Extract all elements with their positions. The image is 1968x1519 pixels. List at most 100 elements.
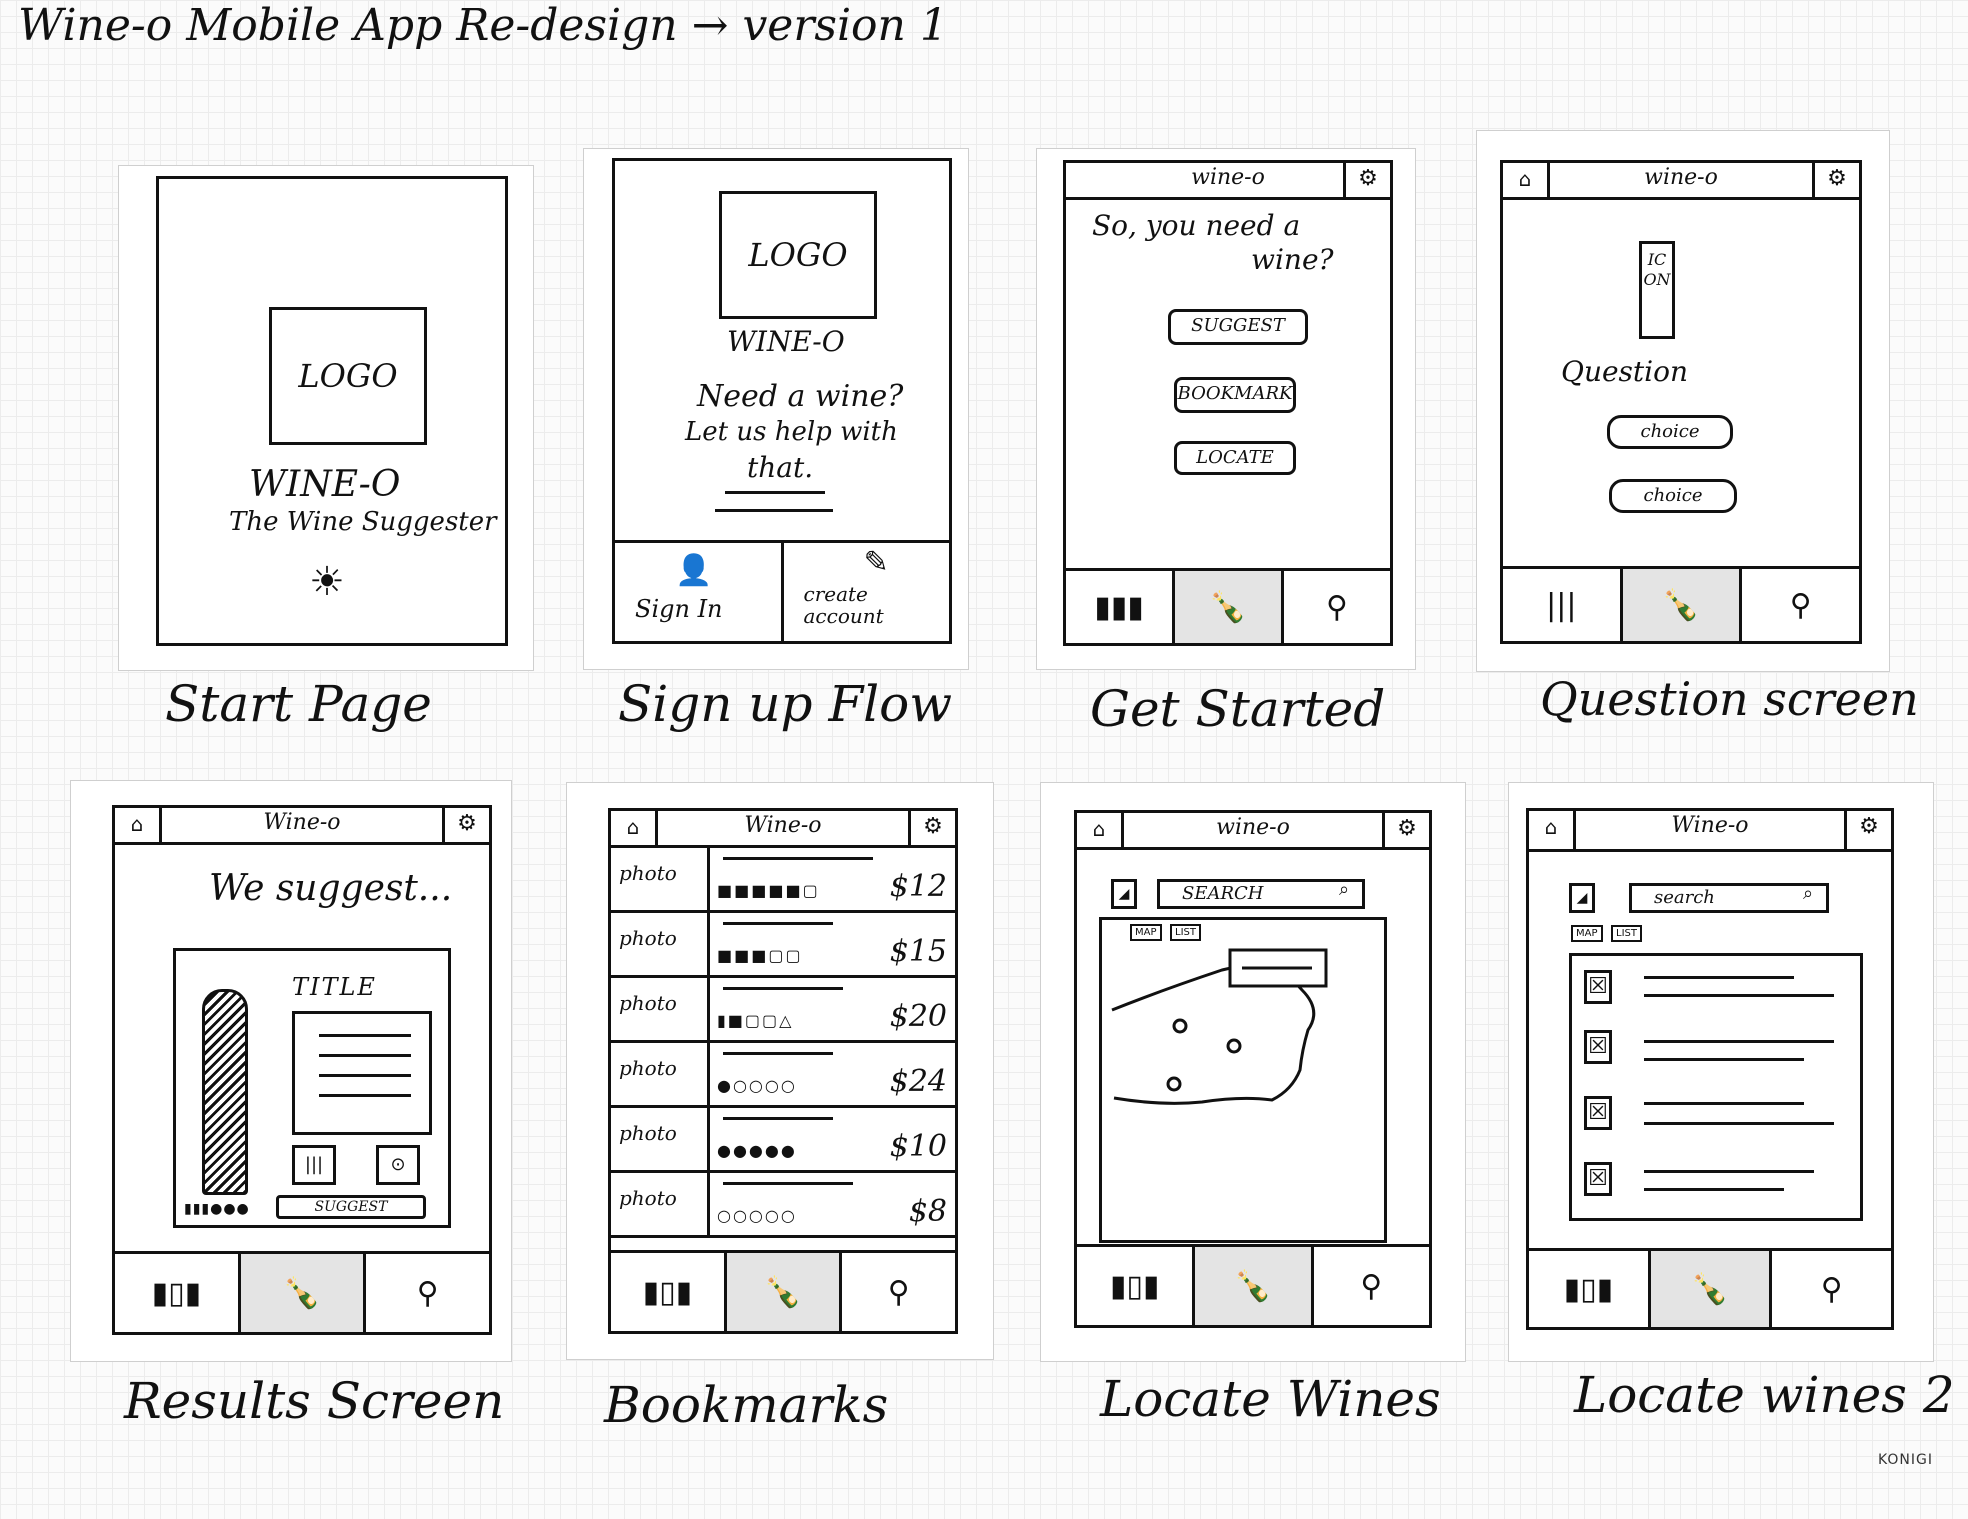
create-account-label: create account <box>803 582 884 628</box>
label-question-screen: Question screen <box>1540 672 1919 726</box>
gear-icon[interactable]: ⚙ <box>1382 813 1429 847</box>
tab-suggest-bottle-icon[interactable]: 🍾 <box>1619 569 1743 641</box>
tab-suggest-bottle-icon[interactable]: 🍾 <box>1192 1247 1314 1325</box>
tab-locate-pin-icon[interactable]: ⚲ <box>1742 569 1859 641</box>
bookmark-row[interactable]: photo ■■■▢▢ $15 <box>611 910 955 978</box>
tab-suggest-bottle-icon[interactable]: 🍾 <box>723 1253 843 1331</box>
app-title: wine-o <box>1191 165 1265 190</box>
tab-locate-pin-icon[interactable]: ⚲ <box>1772 1251 1891 1327</box>
label-locate-wines-2: Locate wines 2 <box>1574 1366 1955 1424</box>
wine-photo: photo <box>619 1121 677 1145</box>
question-screen: ⌂ wine-o ⚙ ICON Question choice choice |… <box>1500 160 1862 644</box>
rating-dots: ▮▮▮●●● <box>184 1201 250 1217</box>
tab-bookmarks-icon[interactable]: ▮▯▮ <box>1529 1251 1648 1327</box>
wine-price: $20 <box>889 999 947 1034</box>
bookmark-icon[interactable]: ||| <box>292 1145 336 1185</box>
gear-icon[interactable]: ⚙ <box>1844 811 1891 849</box>
tab-locate-pin-icon[interactable]: ⚲ <box>366 1254 489 1332</box>
tab-bookmarks-icon[interactable]: ▮▮▮ <box>1066 571 1172 643</box>
filter-icon[interactable]: ◢ <box>1569 883 1595 913</box>
wine-price: $12 <box>889 869 947 904</box>
rating-stars: ●○○○○ <box>717 1076 797 1095</box>
text-line <box>715 509 833 512</box>
locate-wines-list-screen: ⌂ Wine-o ⚙ ◢ search ⌕ MAP LIST ☒ ☒ ☒ ☒ ▮… <box>1526 808 1894 1330</box>
tab-suggest-bottle-icon[interactable]: 🍾 <box>237 1254 367 1332</box>
filter-icon[interactable]: ◢ <box>1111 879 1137 909</box>
list-item[interactable]: ☒ <box>1584 970 1854 1020</box>
tab-suggest-bottle-icon[interactable]: 🍾 <box>1172 571 1284 643</box>
sign-in-button[interactable]: 👤 Sign In <box>615 543 784 641</box>
wine-photo: photo <box>619 861 677 885</box>
wine-photo: photo <box>619 1186 677 1210</box>
bookmark-row[interactable]: photo ●●●●● $10 <box>611 1105 955 1173</box>
credit-text: KONIGI <box>1878 1452 1934 1468</box>
tab-locate-pin-icon[interactable]: ⚲ <box>842 1253 955 1331</box>
tab-bookmarks-icon[interactable]: ▮▯▮ <box>611 1253 724 1331</box>
wine-price: $15 <box>889 934 947 969</box>
label-bookmarks: Bookmarks <box>604 1376 889 1434</box>
bookmark-button[interactable]: BOOKMARK <box>1174 377 1296 413</box>
rating-stars: ▮■▢▢△ <box>717 1011 794 1030</box>
app-title: Wine-o <box>1671 813 1749 838</box>
app-title: wine-o <box>1644 165 1718 190</box>
choice-button-1[interactable]: choice <box>1607 415 1733 449</box>
search-input[interactable]: search <box>1629 883 1829 913</box>
tab-locate-pin-icon[interactable]: ⚲ <box>1314 1247 1429 1325</box>
bookmark-row[interactable]: photo ▮■▢▢△ $20 <box>611 975 955 1043</box>
prompt-line-2: wine? <box>1251 243 1334 276</box>
person-icon: 👤 <box>675 553 713 588</box>
list-item[interactable]: ☒ <box>1584 1162 1854 1212</box>
checkbox-icon[interactable]: ☒ <box>1584 1096 1612 1130</box>
card-title: TITLE <box>292 973 377 1001</box>
tab-bookmarks-icon[interactable]: ||| <box>1503 569 1620 641</box>
app-title: Wine-o <box>744 813 822 838</box>
suggest-again-button[interactable]: SUGGEST <box>276 1195 426 1219</box>
list-item[interactable]: ☒ <box>1584 1096 1854 1146</box>
create-account-button[interactable]: ✎ create account <box>784 543 950 641</box>
rating-stars: ○○○○○ <box>717 1206 797 1225</box>
locate-pin-icon[interactable]: ⊙ <box>376 1145 420 1185</box>
search-icon[interactable]: ⌕ <box>1339 879 1349 900</box>
checkbox-icon[interactable]: ☒ <box>1584 970 1612 1004</box>
search-input[interactable]: SEARCH <box>1157 879 1365 909</box>
tab-bookmarks-icon[interactable]: ▮▯▮ <box>115 1254 238 1332</box>
bookmark-row[interactable]: photo ●○○○○ $24 <box>611 1040 955 1108</box>
text-line <box>725 491 825 494</box>
checkbox-icon[interactable]: ☒ <box>1584 1030 1612 1064</box>
sign-in-label: Sign In <box>635 595 723 623</box>
tab-suggest-bottle-icon[interactable]: 🍾 <box>1647 1251 1773 1327</box>
tab-bookmarks-icon[interactable]: ▮▯▮ <box>1077 1247 1192 1325</box>
wine-price: $24 <box>889 1064 947 1099</box>
bookmark-row[interactable]: photo ○○○○○ $8 <box>611 1170 955 1238</box>
list-tab[interactable]: LIST <box>1611 925 1642 942</box>
label-locate-wines: Locate Wines <box>1100 1370 1441 1428</box>
gear-icon[interactable]: ⚙ <box>442 808 489 842</box>
label-results-screen: Results Screen <box>124 1372 505 1430</box>
checkbox-icon[interactable]: ☒ <box>1584 1162 1612 1196</box>
rating-stars: ■■■■■▢ <box>717 881 820 900</box>
welcome-line-3: that. <box>747 451 814 484</box>
gear-icon[interactable]: ⚙ <box>1812 163 1859 197</box>
start-page-screen: LOGO WINE-O The Wine Suggester ☀ <box>156 176 508 646</box>
wine-bottle-image <box>202 989 248 1195</box>
wine-photo: photo <box>619 1056 677 1080</box>
list-item[interactable]: ☒ <box>1584 1030 1854 1080</box>
get-started-screen: wine-o ⚙ So, you need a wine? SUGGEST BO… <box>1063 160 1393 646</box>
suggest-button[interactable]: SUGGEST <box>1168 309 1308 345</box>
bookmark-row[interactable]: photo ■■■■■▢ $12 <box>611 845 955 913</box>
suggestion-card: ▮▮▮●●● TITLE ||| ⊙ SUGGEST <box>173 948 451 1228</box>
wine-photo: photo <box>619 991 677 1015</box>
tagline: The Wine Suggester <box>229 507 497 537</box>
search-icon[interactable]: ⌕ <box>1803 883 1813 904</box>
tab-locate-pin-icon[interactable]: ⚲ <box>1284 571 1390 643</box>
map-area[interactable]: MAP LIST <box>1099 917 1387 1243</box>
bookmarks-screen: ⌂ Wine-o ⚙ photo ■■■■■▢ $12 photo ■■■▢▢ … <box>608 808 958 1334</box>
choice-button-2[interactable]: choice <box>1609 479 1737 513</box>
question-text: Question <box>1561 355 1689 388</box>
gear-icon[interactable]: ⚙ <box>908 811 955 845</box>
map-coastline <box>1111 948 1328 1105</box>
map-tab[interactable]: MAP <box>1571 925 1603 942</box>
page-title: Wine-o Mobile App Re-design → version 1 <box>18 0 948 51</box>
locate-button[interactable]: LOCATE <box>1174 441 1296 475</box>
gear-icon[interactable]: ⚙ <box>1343 163 1390 197</box>
